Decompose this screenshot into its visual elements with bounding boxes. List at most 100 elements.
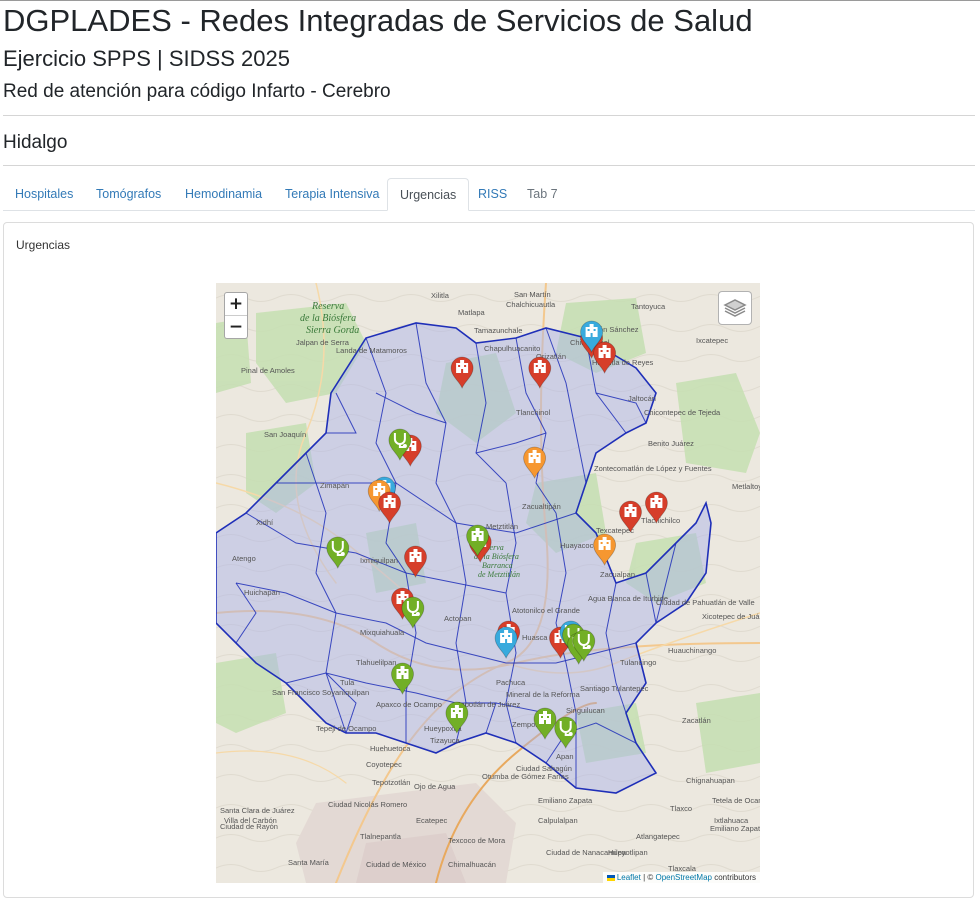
tab-tomografos[interactable]: Tomógrafos	[84, 178, 173, 210]
divider	[3, 115, 975, 116]
svg-text:Sierra Gorda: Sierra Gorda	[306, 325, 359, 336]
svg-text:Benito Juárez: Benito Juárez	[648, 439, 694, 448]
panel-title: Urgencias	[16, 238, 71, 252]
svg-text:San Martín: San Martín	[514, 290, 551, 299]
svg-text:Mineral de la Reforma: Mineral de la Reforma	[506, 690, 581, 699]
svg-text:Calpulalpan: Calpulalpan	[538, 816, 578, 825]
svg-text:Atengo: Atengo	[232, 554, 256, 563]
svg-text:Ciudad de México: Ciudad de México	[366, 860, 426, 869]
svg-text:Coyotepec: Coyotepec	[366, 760, 402, 769]
leaflet-link[interactable]: Leaflet	[617, 873, 641, 882]
svg-text:Tizayuca: Tizayuca	[430, 736, 461, 745]
leaflet-map[interactable]: Reserva de la Biósfera Sierra Gorda Rese…	[216, 283, 760, 883]
svg-text:Matlapa: Matlapa	[458, 308, 486, 317]
svg-text:Huauchinango: Huauchinango	[668, 646, 716, 655]
svg-text:Ecatepec: Ecatepec	[416, 816, 448, 825]
layers-control-button[interactable]	[718, 291, 752, 325]
svg-text:Tlachichilco: Tlachichilco	[641, 516, 680, 525]
svg-text:Otumba de Gómez Farías: Otumba de Gómez Farías	[482, 772, 569, 781]
svg-text:Zacualpan: Zacualpan	[600, 570, 635, 579]
svg-text:Ciudad de Rayón: Ciudad de Rayón	[220, 822, 278, 831]
svg-text:Atotonilco el Grande: Atotonilco el Grande	[512, 606, 580, 615]
svg-text:Santa María: Santa María	[288, 858, 330, 867]
osm-link[interactable]: OpenStreetMap	[655, 873, 711, 882]
top-rule	[0, 0, 980, 1]
zoom-control: + −	[224, 292, 248, 339]
page-title: DGPLADES - Redes Integradas de Servicios…	[3, 3, 753, 38]
divider	[3, 165, 975, 166]
svg-text:Huichapan: Huichapan	[244, 588, 280, 597]
svg-text:Tepotzotlán: Tepotzotlán	[372, 778, 410, 787]
tab-terapia-intensiva[interactable]: Terapia Intensiva	[273, 178, 392, 210]
svg-text:Emiliano Zapata: Emiliano Zapata	[538, 796, 593, 805]
attribution-suffix: contributors	[711, 873, 756, 882]
svg-text:Santiago Tulantepec: Santiago Tulantepec	[580, 684, 649, 693]
svg-text:Tepeji de Ocampo: Tepeji de Ocampo	[316, 724, 376, 733]
svg-text:Apaxco de Ocampo: Apaxco de Ocampo	[376, 700, 442, 709]
svg-text:Tetela de Ocampo: Tetela de Ocampo	[712, 796, 760, 805]
svg-text:Chignahuapan: Chignahuapan	[686, 776, 735, 785]
tab-hemodinamia[interactable]: Hemodinamia	[173, 178, 274, 210]
zoom-in-button[interactable]: +	[225, 293, 247, 315]
svg-text:Metztitlán: Metztitlán	[486, 522, 518, 531]
svg-text:Metlaltoyuca: Metlaltoyuca	[732, 482, 760, 491]
svg-text:Tantoyuca: Tantoyuca	[631, 302, 666, 311]
svg-text:Tlahuelilpan: Tlahuelilpan	[356, 658, 396, 667]
svg-text:Chimalhuacán: Chimalhuacán	[448, 860, 496, 869]
ukraine-flag-icon	[606, 874, 615, 881]
svg-text:Chalchicuautla: Chalchicuautla	[506, 300, 556, 309]
svg-text:Reserva: Reserva	[311, 301, 344, 312]
svg-text:Pinal de Amoles: Pinal de Amoles	[241, 366, 295, 375]
svg-text:Barranca: Barranca	[482, 561, 513, 570]
tab-hospitales[interactable]: Hospitales	[3, 178, 85, 210]
svg-text:Zacualtipán: Zacualtipán	[522, 502, 561, 511]
svg-text:Singuilucan: Singuilucan	[566, 706, 605, 715]
svg-text:Texcoco de Mora: Texcoco de Mora	[448, 836, 506, 845]
svg-text:Xidhí: Xidhí	[256, 518, 274, 527]
svg-text:San Joaquín: San Joaquín	[264, 430, 306, 439]
svg-text:Pachuca: Pachuca	[496, 678, 526, 687]
svg-text:Hueyotlipan: Hueyotlipan	[608, 848, 648, 857]
svg-text:Tamazunchale: Tamazunchale	[474, 326, 522, 335]
svg-text:Ciudad de Pahuatlán de Valle: Ciudad de Pahuatlán de Valle	[656, 598, 755, 607]
zoom-out-button[interactable]: −	[225, 315, 247, 338]
tab-bar: Hospitales Tomógrafos Hemodinamia Terapi…	[3, 178, 975, 211]
svg-text:Actopan: Actopan	[444, 614, 472, 623]
svg-text:Ojo de Agua: Ojo de Agua	[414, 782, 456, 791]
tab-urgencias[interactable]: Urgencias	[387, 178, 470, 211]
map-canvas[interactable]: Reserva de la Biósfera Sierra Gorda Rese…	[216, 283, 760, 883]
svg-text:Huehuetoca: Huehuetoca	[370, 744, 411, 753]
svg-text:Ixcatepec: Ixcatepec	[696, 336, 728, 345]
svg-text:Xicotepec de Juárez: Xicotepec de Juárez	[702, 612, 760, 621]
tab-panel-urgencias: Urgencias Reserva de la Biósfera Sierra …	[3, 222, 974, 898]
layers-icon	[723, 299, 747, 317]
svg-text:Landa de Matamoros: Landa de Matamoros	[336, 346, 407, 355]
svg-text:Chapulhuacanito: Chapulhuacanito	[484, 344, 540, 353]
tab-riss[interactable]: RISS	[466, 178, 519, 210]
svg-text:Apan: Apan	[556, 752, 574, 761]
svg-text:Chicontepec de Tejeda: Chicontepec de Tejeda	[644, 408, 721, 417]
svg-text:Mixquiahuala: Mixquiahuala	[360, 628, 405, 637]
svg-text:Tulancingo: Tulancingo	[620, 658, 656, 667]
svg-text:Ixmiquilpan: Ixmiquilpan	[360, 556, 398, 565]
map-attribution: Leaflet | © OpenStreetMap contributors	[602, 872, 760, 883]
svg-text:Zacatlán: Zacatlán	[682, 716, 711, 725]
svg-text:Emiliano Zapata: Emiliano Zapata	[710, 824, 760, 833]
svg-text:San Francisco Soyaniquilpan: San Francisco Soyaniquilpan	[272, 688, 369, 697]
state-title: Hidalgo	[3, 132, 68, 153]
svg-text:Tlalnepantla: Tlalnepantla	[360, 832, 402, 841]
svg-text:Xilitla: Xilitla	[431, 291, 450, 300]
svg-text:Santa Clara de Juárez: Santa Clara de Juárez	[220, 806, 295, 815]
svg-text:Zimapán: Zimapán	[320, 481, 349, 490]
svg-text:Tlaxco: Tlaxco	[670, 804, 692, 813]
network-title: Red de atención para código Infarto - Ce…	[3, 81, 391, 102]
svg-text:Tula: Tula	[340, 678, 355, 687]
attribution-separator: | ©	[640, 873, 656, 882]
page-subtitle: Ejercicio SPPS | SIDSS 2025	[3, 46, 290, 71]
svg-text:de Metztitlán: de Metztitlán	[478, 570, 520, 579]
svg-text:de la Biósfera: de la Biósfera	[300, 313, 356, 324]
svg-text:Tlanchinol: Tlanchinol	[516, 408, 551, 417]
svg-text:Jaltocán: Jaltocán	[628, 394, 656, 403]
svg-text:Ciudad Nicolás Romero: Ciudad Nicolás Romero	[328, 800, 407, 809]
tab-7[interactable]: Tab 7	[515, 178, 570, 210]
